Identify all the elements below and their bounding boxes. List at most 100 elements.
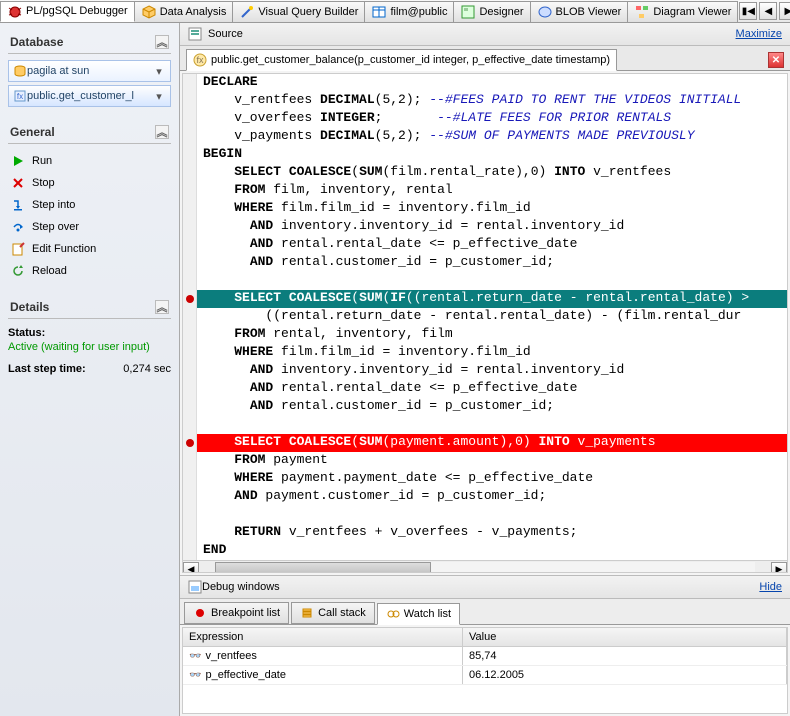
top-tab-pl-pgsql-debugger[interactable]: PL/pgSQL Debugger <box>0 1 135 22</box>
top-tab-visual-query-builder[interactable]: Visual Query Builder <box>232 1 365 22</box>
collapse-icon[interactable]: ︽ <box>155 300 169 314</box>
watch-col-expression[interactable]: Expression <box>183 628 463 646</box>
code-line[interactable]: FROM rental, inventory, film <box>183 326 787 344</box>
step-into-action[interactable]: Step into <box>8 194 171 216</box>
details-panel: Details ︽ Status: Active (waiting for us… <box>8 296 171 377</box>
reload-action[interactable]: Reload <box>8 260 171 282</box>
code-line[interactable]: RETURN v_rentfees + v_overfees - v_payme… <box>183 524 787 542</box>
code-line[interactable]: DECLARE <box>183 74 787 92</box>
db-icon <box>13 64 27 78</box>
dropdown-icon[interactable]: ▾ <box>152 65 166 78</box>
code-line[interactable]: ((rental.return_date - rental.rental_dat… <box>183 308 787 326</box>
code-line[interactable]: SELECT COALESCE(SUM(payment.amount),0) I… <box>183 434 787 452</box>
function-tab[interactable]: fx public.get_customer_balance(p_custome… <box>186 49 617 71</box>
gutter[interactable] <box>183 380 197 398</box>
horizontal-scrollbar[interactable]: ◀ ▶ <box>183 560 787 573</box>
code-line[interactable]: v_overfees INTEGER; --#LATE FEES FOR PRI… <box>183 110 787 128</box>
database-selector[interactable]: fxpublic.get_customer_l▾ <box>8 85 171 107</box>
collapse-icon[interactable]: ︽ <box>155 125 169 139</box>
code-editor[interactable]: DECLARE v_rentfees DECIMAL(5,2); --#FEES… <box>182 73 788 573</box>
gutter[interactable] <box>183 182 197 200</box>
code-line[interactable]: SELECT COALESCE(SUM(IF((rental.return_da… <box>183 290 787 308</box>
step-over-action[interactable]: Step over <box>8 216 171 238</box>
gutter[interactable] <box>183 506 197 524</box>
gutter[interactable] <box>183 272 197 290</box>
run-action[interactable]: Run <box>8 150 171 172</box>
gutter[interactable] <box>183 290 197 308</box>
gutter[interactable] <box>183 74 197 92</box>
gutter[interactable] <box>183 164 197 182</box>
gutter[interactable] <box>183 254 197 272</box>
code-line[interactable]: AND inventory.inventory_id = rental.inve… <box>183 218 787 236</box>
gutter[interactable] <box>183 110 197 128</box>
database-selector[interactable]: pagila at sun▾ <box>8 60 171 82</box>
breakpoint-marker[interactable] <box>186 295 194 303</box>
code-line[interactable]: AND rental.rental_date <= p_effective_da… <box>183 380 787 398</box>
watch-col-value[interactable]: Value <box>463 628 787 646</box>
edit-function-action[interactable]: Edit Function <box>8 238 171 260</box>
gutter[interactable] <box>183 128 197 146</box>
gutter[interactable] <box>183 542 197 560</box>
top-tab-film-public[interactable]: film@public <box>364 1 454 22</box>
top-tab-diagram-viewer[interactable]: Diagram Viewer <box>627 1 738 22</box>
tab-nav-prev[interactable]: ◀ <box>759 2 777 20</box>
code-line[interactable]: END <box>183 542 787 560</box>
code-line[interactable]: AND inventory.inventory_id = rental.inve… <box>183 362 787 380</box>
debug-tab-call-stack[interactable]: Call stack <box>291 602 375 624</box>
code-line[interactable]: AND rental.customer_id = p_customer_id; <box>183 254 787 272</box>
gutter[interactable] <box>183 362 197 380</box>
code-line[interactable]: WHERE film.film_id = inventory.film_id <box>183 344 787 362</box>
debug-tab-breakpoint-list[interactable]: Breakpoint list <box>184 602 289 624</box>
code-line[interactable]: FROM payment <box>183 452 787 470</box>
collapse-icon[interactable]: ︽ <box>155 35 169 49</box>
code-line[interactable] <box>183 272 787 290</box>
top-tab-blob-viewer[interactable]: BLOB Viewer <box>530 1 629 22</box>
gutter[interactable] <box>183 434 197 452</box>
code-line[interactable]: WHERE film.film_id = inventory.film_id <box>183 200 787 218</box>
code-line[interactable]: v_rentfees DECIMAL(5,2); --#FEES PAID TO… <box>183 92 787 110</box>
gutter[interactable] <box>183 308 197 326</box>
top-tab-label: PL/pgSQL Debugger <box>26 5 128 17</box>
fn-icon: fx <box>13 89 27 103</box>
gutter[interactable] <box>183 470 197 488</box>
code-line[interactable] <box>183 416 787 434</box>
code-line[interactable]: AND rental.customer_id = p_customer_id; <box>183 398 787 416</box>
maximize-link[interactable]: Maximize <box>736 28 782 40</box>
gutter[interactable] <box>183 236 197 254</box>
code-line[interactable]: BEGIN <box>183 146 787 164</box>
table-icon <box>371 4 387 20</box>
tab-nav-next[interactable]: ▶ <box>779 2 790 20</box>
gutter[interactable] <box>183 218 197 236</box>
code-line[interactable]: FROM film, inventory, rental <box>183 182 787 200</box>
top-tab-data-analysis[interactable]: Data Analysis <box>134 1 234 22</box>
watch-row[interactable]: 👓p_effective_date06.12.2005 <box>183 666 787 685</box>
hide-link[interactable]: Hide <box>759 581 782 593</box>
gutter[interactable] <box>183 524 197 542</box>
sidebar: Database ︽ pagila at sun▾fxpublic.get_cu… <box>0 23 180 716</box>
glasses-icon: 👓 <box>189 651 201 662</box>
gutter[interactable] <box>183 326 197 344</box>
code-line[interactable] <box>183 506 787 524</box>
gutter[interactable] <box>183 452 197 470</box>
gutter[interactable] <box>183 92 197 110</box>
breakpoint-marker[interactable] <box>186 439 194 447</box>
gutter[interactable] <box>183 416 197 434</box>
gutter[interactable] <box>183 344 197 362</box>
code-line[interactable]: WHERE payment.payment_date <= p_effectiv… <box>183 470 787 488</box>
gutter[interactable] <box>183 146 197 164</box>
gutter[interactable] <box>183 200 197 218</box>
code-line[interactable]: v_payments DECIMAL(5,2); --#SUM OF PAYME… <box>183 128 787 146</box>
code-line[interactable]: SELECT COALESCE(SUM(film.rental_rate),0)… <box>183 164 787 182</box>
stop-action[interactable]: Stop <box>8 172 171 194</box>
top-tab-designer[interactable]: Designer <box>453 1 530 22</box>
code-line[interactable]: AND rental.rental_date <= p_effective_da… <box>183 236 787 254</box>
debug-tab-watch-list[interactable]: Watch list <box>377 603 460 625</box>
code-line[interactable]: AND payment.customer_id = p_customer_id; <box>183 488 787 506</box>
code-text: FROM film, inventory, rental <box>197 182 787 200</box>
gutter[interactable] <box>183 398 197 416</box>
tab-nav-first[interactable]: ▮◀ <box>739 2 757 20</box>
dropdown-icon[interactable]: ▾ <box>152 90 166 103</box>
watch-row[interactable]: 👓v_rentfees85,74 <box>183 647 787 666</box>
gutter[interactable] <box>183 488 197 506</box>
close-function-button[interactable]: ✕ <box>768 52 784 68</box>
